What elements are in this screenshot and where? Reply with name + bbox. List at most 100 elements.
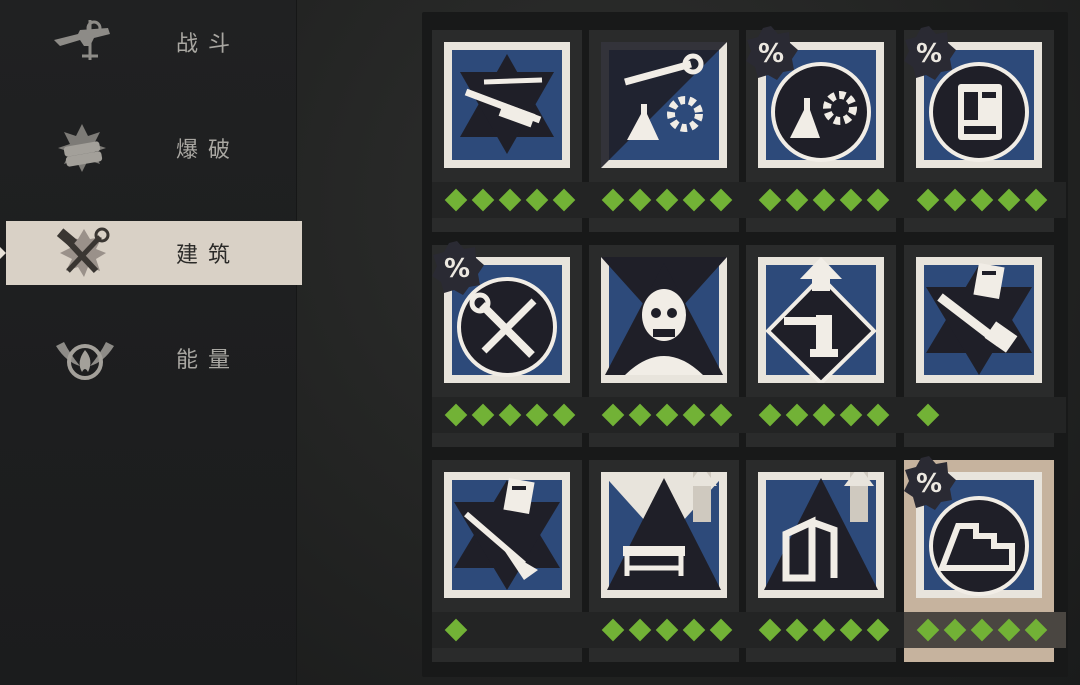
rank-diamond-icon — [839, 403, 863, 427]
rank-indicator — [746, 612, 908, 648]
rank-diamond-icon — [866, 403, 890, 427]
rank-diamond-icon — [866, 188, 890, 212]
rank-diamond-icon — [601, 188, 625, 212]
rank-diamond-icon — [916, 188, 940, 212]
rank-diamond-icon — [655, 188, 679, 212]
rank-diamond-icon — [785, 618, 809, 642]
rank-diamond-icon — [970, 618, 994, 642]
rank-diamond-icon — [812, 188, 836, 212]
perk-card[interactable] — [589, 460, 751, 662]
category-label: 爆破 — [176, 138, 241, 163]
rank-diamond-icon — [552, 188, 576, 212]
rank-diamond-icon — [758, 618, 782, 642]
rank-diamond-icon — [444, 618, 468, 642]
rank-diamond-icon — [444, 403, 468, 427]
rank-diamond-icon — [943, 188, 967, 212]
rank-indicator — [432, 182, 594, 218]
perk-card[interactable] — [746, 460, 908, 662]
rank-diamond-icon — [628, 618, 652, 642]
nailgun-schematic-icon — [444, 472, 570, 598]
rank-diamond-icon — [709, 618, 733, 642]
rank-indicator — [589, 397, 751, 433]
frame-upgrade-icon — [758, 472, 884, 598]
rank-indicator — [432, 397, 594, 433]
rank-diamond-icon — [709, 188, 733, 212]
rank-diamond-icon — [997, 618, 1021, 642]
rank-diamond-icon — [970, 188, 994, 212]
hammer-wrench-icon — [50, 227, 120, 279]
chainsaw-schematic-icon — [916, 257, 1042, 383]
rank-diamond-icon — [655, 618, 679, 642]
discount-badge-icon: % — [742, 24, 800, 82]
rank-diamond-icon — [758, 403, 782, 427]
rank-indicator — [746, 182, 908, 218]
rank-diamond-icon — [709, 403, 733, 427]
rank-diamond-icon — [785, 403, 809, 427]
wrench-flask-gear-icon — [601, 42, 727, 168]
rank-diamond-icon — [525, 403, 549, 427]
perk-card[interactable] — [589, 245, 751, 447]
rank-indicator — [589, 612, 751, 648]
category-construction[interactable]: 建筑 — [0, 221, 302, 285]
rank-indicator — [746, 397, 908, 433]
rank-diamond-icon — [758, 188, 782, 212]
turret-upgrade-icon — [758, 257, 884, 383]
category-label: 战斗 — [176, 32, 241, 57]
rank-diamond-icon — [916, 403, 940, 427]
rank-diamond-icon — [839, 618, 863, 642]
rank-diamond-icon — [628, 188, 652, 212]
perk-card[interactable]: % — [432, 241, 594, 447]
rank-diamond-icon — [997, 188, 1021, 212]
perk-card[interactable] — [432, 30, 594, 232]
discount-badge-icon: % — [900, 454, 958, 512]
rank-diamond-icon — [866, 618, 890, 642]
rank-diamond-icon — [498, 403, 522, 427]
rank-diamond-icon — [471, 403, 495, 427]
category-combat[interactable]: 战斗 — [6, 10, 302, 74]
rank-indicator — [904, 397, 1066, 433]
discount-badge-icon: % — [900, 24, 958, 82]
svg-text:%: % — [444, 254, 470, 284]
zombie-skull-icon — [601, 257, 727, 383]
rank-diamond-icon — [682, 403, 706, 427]
rank-diamond-icon — [812, 618, 836, 642]
rank-diamond-icon — [628, 403, 652, 427]
category-sidebar: 战斗 爆破 建筑 能量 — [0, 0, 302, 685]
rank-diamond-icon — [601, 403, 625, 427]
rank-diamond-icon — [916, 618, 940, 642]
perk-card[interactable] — [746, 245, 908, 447]
rank-diamond-icon — [839, 188, 863, 212]
rank-diamond-icon — [655, 403, 679, 427]
saw-tools-icon — [444, 42, 570, 168]
gun-icon — [50, 16, 120, 68]
rank-diamond-icon — [1024, 188, 1048, 212]
perk-card[interactable]: % — [904, 456, 1066, 662]
svg-text:%: % — [916, 469, 942, 499]
perk-card[interactable] — [432, 460, 594, 662]
category-energy[interactable]: 能量 — [6, 326, 302, 390]
perk-card[interactable]: % — [746, 26, 908, 232]
rank-diamond-icon — [785, 188, 809, 212]
rank-indicator — [904, 182, 1066, 218]
rank-diamond-icon — [682, 618, 706, 642]
rank-diamond-icon — [552, 403, 576, 427]
workbench-upgrade-icon — [601, 472, 727, 598]
rank-diamond-icon — [471, 188, 495, 212]
rank-diamond-icon — [525, 188, 549, 212]
explosive-icon — [50, 122, 120, 174]
perk-card[interactable] — [589, 30, 751, 232]
rank-indicator — [432, 612, 594, 648]
rank-indicator — [904, 612, 1066, 648]
perk-card[interactable] — [904, 245, 1066, 447]
category-demolition[interactable]: 爆破 — [6, 116, 302, 180]
rank-diamond-icon — [601, 618, 625, 642]
discount-badge-icon: % — [428, 239, 486, 297]
perk-card[interactable]: % — [904, 26, 1066, 232]
svg-text:%: % — [916, 39, 942, 69]
rank-diamond-icon — [444, 188, 468, 212]
category-label: 能量 — [176, 348, 241, 373]
rank-diamond-icon — [498, 188, 522, 212]
rank-diamond-icon — [812, 403, 836, 427]
rank-diamond-icon — [943, 618, 967, 642]
svg-text:%: % — [758, 39, 784, 69]
